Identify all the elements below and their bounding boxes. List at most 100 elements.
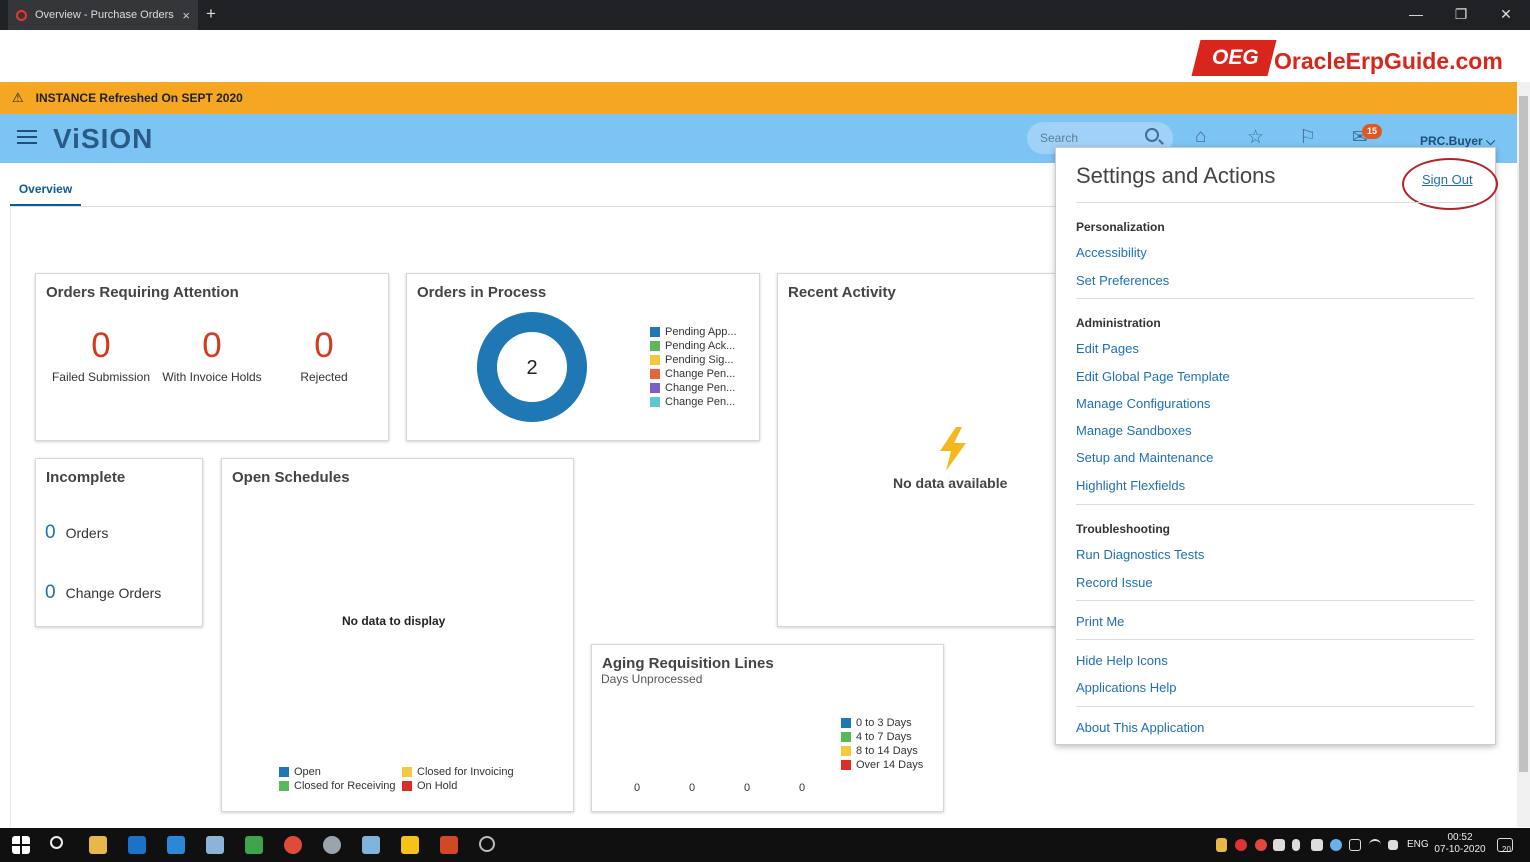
close-window-button[interactable]: ✕	[1491, 6, 1521, 23]
sign-out-link[interactable]: Sign Out	[1422, 172, 1473, 187]
legend-swatch	[650, 383, 660, 393]
tab-divider	[10, 206, 1055, 207]
menu-edit-global-page-template[interactable]: Edit Global Page Template	[1076, 369, 1230, 384]
donut-legend: Pending App... Pending Ack... Pending Si…	[650, 325, 737, 409]
menu-manage-configurations[interactable]: Manage Configurations	[1076, 396, 1210, 411]
content-border	[10, 207, 11, 827]
legend-swatch	[841, 760, 851, 770]
incomplete-change-orders[interactable]: 0 Change Orders	[45, 582, 161, 604]
network-app-icon[interactable]	[206, 836, 224, 854]
legend-swatch	[402, 767, 412, 777]
legend-label: Pending Ack...	[665, 340, 736, 352]
legend-swatch	[650, 327, 660, 337]
legend-label: 4 to 7 Days	[856, 731, 912, 743]
menu-hide-help-icons[interactable]: Hide Help Icons	[1076, 653, 1168, 668]
wifi-icon[interactable]	[1369, 839, 1381, 851]
menu-manage-sandboxes[interactable]: Manage Sandboxes	[1076, 423, 1192, 438]
outlook-icon[interactable]	[128, 836, 146, 854]
incomplete-label: Orders	[65, 525, 109, 541]
clock-app-icon[interactable]	[479, 836, 495, 852]
minimize-button[interactable]: —	[1401, 6, 1431, 22]
legend-label: Pending App...	[665, 326, 737, 338]
metric-failed-submission[interactable]: 0 Failed Submission	[46, 326, 156, 384]
card-title: Incomplete	[46, 469, 126, 486]
incomplete-orders[interactable]: 0 Orders	[45, 522, 108, 544]
menu-set-preferences[interactable]: Set Preferences	[1076, 273, 1169, 288]
card-title: Aging Requisition Lines	[602, 655, 774, 672]
tray-icon[interactable]	[1216, 838, 1227, 852]
menu-edit-pages[interactable]: Edit Pages	[1076, 341, 1139, 356]
menu-print-me[interactable]: Print Me	[1076, 614, 1124, 629]
menu-run-diagnostics-tests[interactable]: Run Diagnostics Tests	[1076, 547, 1204, 562]
tray-icon[interactable]	[1330, 839, 1342, 851]
taskbar-clock[interactable]: 00:52 07-10-2020	[1434, 832, 1486, 856]
warning-icon: ⚠	[12, 90, 24, 105]
vision-logo[interactable]: ViSION	[53, 123, 153, 155]
instance-banner: ⚠ INSTANCE Refreshed On SEPT 2020	[0, 82, 1517, 114]
legend-swatch	[279, 781, 289, 791]
legend-item: Open	[279, 765, 404, 779]
mail-icon[interactable]	[167, 836, 185, 854]
close-tab-icon[interactable]: ×	[182, 8, 190, 23]
banner-text: INSTANCE Refreshed On SEPT 2020	[35, 91, 243, 105]
search-icon[interactable]	[1145, 128, 1159, 142]
legend-label: Closed for Receiving	[294, 780, 396, 792]
menu-divider	[1076, 639, 1474, 640]
tray-icon[interactable]	[1255, 839, 1267, 851]
new-tab-button[interactable]: +	[206, 4, 216, 24]
card-subtitle: Days Unprocessed	[601, 672, 703, 686]
legend-item: Change Pen...	[650, 395, 737, 409]
aging-requisition-card: Aging Requisition Lines Days Unprocessed…	[591, 644, 944, 812]
incomplete-value: 0	[45, 582, 56, 603]
tools-app-icon[interactable]	[323, 836, 341, 854]
volume-icon[interactable]	[1388, 840, 1398, 850]
card-title: Orders in Process	[417, 284, 547, 301]
chrome-icon[interactable]	[284, 836, 302, 854]
metric-label: Failed Submission	[51, 370, 151, 384]
metric-invoice-holds[interactable]: 0 With Invoice Holds	[157, 326, 267, 384]
restore-button[interactable]: ❐	[1446, 6, 1476, 23]
tab-overview[interactable]: Overview	[10, 180, 81, 207]
menu-accessibility[interactable]: Accessibility	[1076, 245, 1147, 260]
no-data-text: No data available	[893, 475, 1008, 491]
legend-column: Closed for Invoicing On Hold	[402, 765, 527, 793]
section-personalization: Personalization	[1076, 220, 1165, 234]
notes-app-icon[interactable]	[245, 836, 263, 854]
legend-swatch	[841, 746, 851, 756]
star-icon[interactable]: ☆	[1247, 126, 1264, 149]
powerpoint-icon[interactable]	[440, 836, 458, 854]
home-icon[interactable]: ⌂	[1195, 126, 1206, 148]
aging-value: 0	[634, 782, 641, 794]
file-explorer-icon[interactable]	[89, 836, 107, 854]
sticky-notes-icon[interactable]	[401, 836, 419, 854]
legend-label: Over 14 Days	[856, 759, 924, 771]
menu-about-this-application[interactable]: About This Application	[1076, 720, 1204, 735]
tray-icon[interactable]	[1311, 839, 1323, 851]
tray-icon[interactable]	[1273, 839, 1285, 851]
tray-icon[interactable]	[1235, 839, 1247, 851]
windows-app-icon[interactable]	[362, 836, 380, 854]
menu-setup-and-maintenance[interactable]: Setup and Maintenance	[1076, 450, 1213, 465]
donut-chart[interactable]: 2	[476, 311, 588, 423]
menu-record-issue[interactable]: Record Issue	[1076, 575, 1153, 590]
legend-item: Pending Ack...	[650, 339, 737, 353]
taskbar-search-icon[interactable]	[50, 836, 63, 849]
windows-start-icon[interactable]	[12, 836, 30, 854]
tray-icon[interactable]	[1349, 839, 1361, 851]
legend-label: Pending Sig...	[665, 354, 734, 366]
flag-icon[interactable]: ⚐	[1299, 126, 1316, 149]
microphone-icon[interactable]	[1292, 839, 1300, 851]
metric-rejected[interactable]: 0 Rejected	[269, 326, 379, 384]
orders-in-process-card: Orders in Process 2 Pending App... Pendi…	[406, 273, 760, 441]
scrollbar-thumb[interactable]	[1519, 96, 1528, 772]
legend-label: 0 to 3 Days	[856, 717, 912, 729]
metric-label: With Invoice Holds	[162, 370, 262, 384]
menu-applications-help[interactable]: Applications Help	[1076, 680, 1176, 695]
legend-swatch	[841, 732, 851, 742]
browser-tab[interactable]: Overview - Purchase Orders - Or ×	[8, 0, 198, 30]
metric-value: 0	[202, 326, 222, 365]
menu-highlight-flexfields[interactable]: Highlight Flexfields	[1076, 478, 1185, 493]
language-indicator[interactable]: ENG	[1407, 839, 1429, 850]
section-administration: Administration	[1076, 316, 1161, 330]
navigator-menu-icon[interactable]	[17, 130, 37, 146]
